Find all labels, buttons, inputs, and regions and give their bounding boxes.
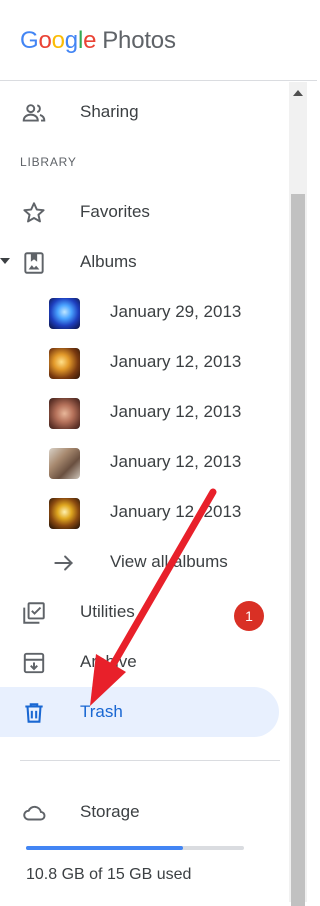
logo-product-name: Photos bbox=[102, 27, 176, 54]
arrow-right-icon bbox=[51, 550, 77, 576]
cloud-icon bbox=[21, 800, 47, 826]
album-thumbnail bbox=[49, 398, 80, 429]
sidebar-item-archive[interactable]: Archive bbox=[0, 637, 279, 687]
scrollbar[interactable] bbox=[289, 82, 307, 906]
album-item[interactable]: January 12, 2013 bbox=[0, 487, 279, 537]
storage-progress-fill bbox=[26, 846, 183, 850]
divider bbox=[20, 760, 280, 761]
section-header-library: LIBRARY bbox=[20, 155, 77, 169]
sidebar-item-label: Sharing bbox=[80, 102, 139, 121]
window-edge bbox=[307, 82, 317, 902]
people-icon bbox=[21, 100, 47, 126]
star-icon bbox=[21, 200, 47, 226]
sidebar-item-label: Trash bbox=[80, 702, 123, 721]
sidebar-item-sharing[interactable]: Sharing bbox=[0, 87, 279, 137]
album-item[interactable]: January 12, 2013 bbox=[0, 387, 279, 437]
view-all-albums-link[interactable]: View all albums bbox=[0, 537, 279, 587]
logo-letter: e bbox=[83, 27, 97, 54]
sidebar-item-label: Albums bbox=[80, 252, 137, 271]
album-thumbnail bbox=[49, 298, 80, 329]
album-thumbnail bbox=[49, 448, 80, 479]
logo-letter: G bbox=[20, 27, 39, 54]
trash-icon bbox=[21, 700, 47, 726]
album-item[interactable]: January 12, 2013 bbox=[0, 337, 279, 387]
notification-badge: 1 bbox=[234, 601, 264, 631]
sidebar-nav: Sharing LIBRARY Favorites Albums January… bbox=[0, 82, 289, 902]
sidebar-item-utilities[interactable]: Utilities 1 bbox=[0, 587, 279, 637]
sidebar-item-trash[interactable]: Trash bbox=[0, 687, 279, 737]
scroll-up-arrow-icon[interactable] bbox=[293, 90, 303, 96]
logo-letter: o bbox=[38, 27, 52, 54]
sidebar-item-label: Archive bbox=[80, 652, 137, 671]
app-header: Google Photos bbox=[0, 0, 317, 81]
checklist-icon bbox=[21, 600, 47, 626]
album-thumbnail bbox=[49, 498, 80, 529]
storage-progress-bar bbox=[26, 846, 244, 850]
album-label: January 12, 2013 bbox=[110, 402, 242, 421]
sidebar-item-label: View all albums bbox=[110, 552, 228, 571]
logo-letter: g bbox=[64, 27, 78, 54]
google-photos-logo[interactable]: Google Photos bbox=[20, 27, 176, 55]
album-label: January 29, 2013 bbox=[110, 302, 242, 321]
sidebar-item-albums[interactable]: Albums bbox=[0, 237, 279, 287]
sidebar-item-favorites[interactable]: Favorites bbox=[0, 187, 279, 237]
album-item[interactable]: January 12, 2013 bbox=[0, 437, 279, 487]
archive-icon bbox=[21, 650, 47, 676]
album-icon bbox=[21, 250, 47, 276]
album-label: January 12, 2013 bbox=[110, 352, 242, 371]
album-item[interactable]: January 29, 2013 bbox=[0, 287, 279, 337]
expand-caret-icon[interactable] bbox=[0, 258, 10, 264]
sidebar-item-label: Utilities bbox=[80, 602, 135, 621]
logo-letter: o bbox=[51, 27, 65, 54]
storage-usage-text: 10.8 GB of 15 GB used bbox=[26, 866, 192, 883]
sidebar-item-label: Favorites bbox=[80, 202, 150, 221]
sidebar-item-storage[interactable]: Storage bbox=[0, 787, 279, 837]
album-label: January 12, 2013 bbox=[110, 452, 242, 471]
album-label: January 12, 2013 bbox=[110, 502, 242, 521]
album-thumbnail bbox=[49, 348, 80, 379]
sidebar-item-label: Storage bbox=[80, 802, 140, 821]
scrollbar-thumb[interactable] bbox=[291, 194, 305, 906]
